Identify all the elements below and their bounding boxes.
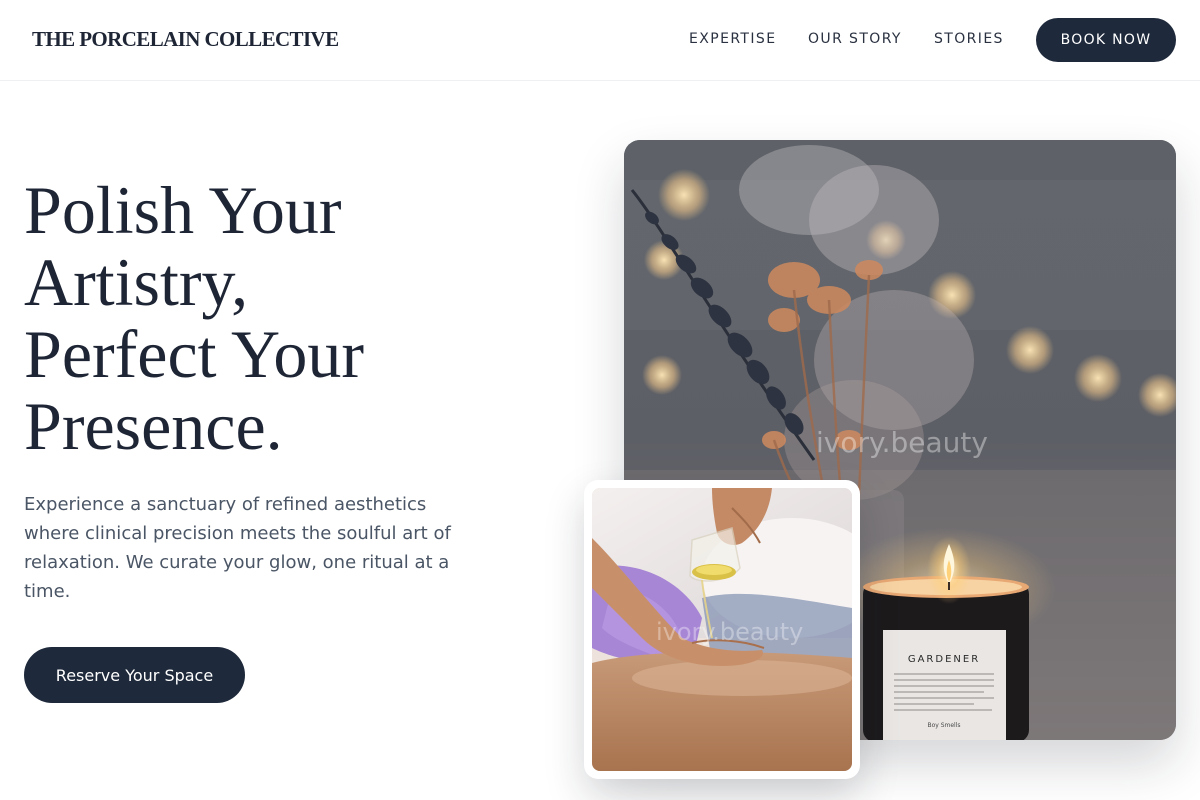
- reserve-space-button[interactable]: Reserve Your Space: [24, 647, 245, 703]
- site-header: THE PORCELAIN COLLECTIVE EXPERTISE OUR S…: [0, 0, 1200, 81]
- hero-headline: Polish Your Artistry, Perfect Your Prese…: [24, 174, 544, 462]
- hero-description: Experience a sanctuary of refined aesthe…: [24, 494, 451, 602]
- massage-photo: ivory.beauty: [592, 488, 852, 771]
- secondary-image-massage: ivory.beauty: [584, 480, 860, 779]
- massage-scene-illustration: [592, 488, 852, 771]
- nav-link-stories[interactable]: STORIES: [934, 31, 1004, 47]
- headline-line: Perfect Your: [24, 316, 364, 392]
- book-now-button[interactable]: BOOK NOW: [1036, 18, 1176, 62]
- candle-brand-text: Boy Smells: [927, 722, 960, 729]
- candle-label-text: GARDENER: [908, 654, 980, 665]
- brand-logo[interactable]: THE PORCELAIN COLLECTIVE: [32, 27, 339, 52]
- headline-line: Polish Your: [24, 172, 342, 248]
- nav-link-our-story[interactable]: OUR STORY: [808, 31, 902, 47]
- nav-link-expertise[interactable]: EXPERTISE: [689, 31, 776, 47]
- headline-line: Artistry,: [24, 244, 249, 320]
- headline-line: Presence.: [24, 388, 283, 464]
